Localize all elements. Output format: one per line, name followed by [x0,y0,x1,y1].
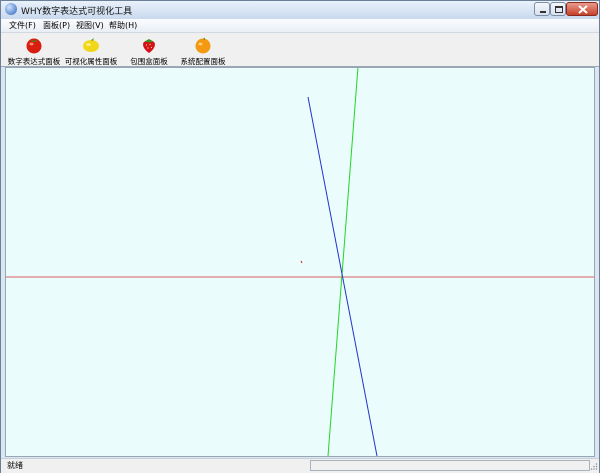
minimize-button[interactable] [534,2,550,16]
status-text: 就绪 [7,461,23,470]
status-bar: 就绪 [1,458,599,473]
math-expr-panel-label: 数字表达式面板 [7,57,61,66]
window-title: WHY数字表达式可视化工具 [21,7,133,17]
title-bar: WHY数字表达式可视化工具 [1,1,599,19]
sys-config-panel-label: 系统配置面板 [180,57,226,66]
menu-view[interactable]: 视图(V) [76,20,104,31]
math-expr-panel-button[interactable]: 数字表达式面板 [6,33,62,66]
sys-config-panel-button[interactable]: 系统配置面板 [179,33,227,66]
menu-panel[interactable]: 面板(P) [43,20,70,31]
tomato-icon [26,38,42,54]
menu-file[interactable]: 文件(F) [9,20,36,31]
green-axis-line [327,68,359,456]
orange-icon [195,37,211,54]
app-window: WHY数字表达式可视化工具 文件(F) 面板(P) 视图(V) 帮助(H) 数字… [0,0,600,473]
visualization-canvas[interactable] [5,67,595,457]
menu-help[interactable]: 帮助(H) [109,20,137,31]
vis-props-panel-button[interactable]: 可视化属性面板 [63,33,119,66]
menu-bar: 文件(F) 面板(P) 视图(V) 帮助(H) [1,19,599,33]
lemon-icon [83,38,99,52]
app-icon [5,3,17,15]
resize-grip-icon[interactable] [590,462,598,471]
bbox-panel-label: 包围盒面板 [130,57,168,66]
maximize-icon [555,6,563,13]
strawberry-icon [143,39,155,53]
close-icon [578,5,588,14]
minimize-icon [540,11,546,13]
plot-area[interactable] [6,68,594,456]
close-button[interactable] [566,2,598,16]
marker-point [300,260,303,264]
maximize-button[interactable] [550,2,566,16]
status-pane [310,460,590,471]
vis-props-panel-label: 可视化属性面板 [64,57,118,66]
toolbar: 数字表达式面板 可视化属性面板 包围盒面板 系统配置面板 [1,33,599,67]
bbox-panel-button[interactable]: 包围盒面板 [127,33,171,66]
